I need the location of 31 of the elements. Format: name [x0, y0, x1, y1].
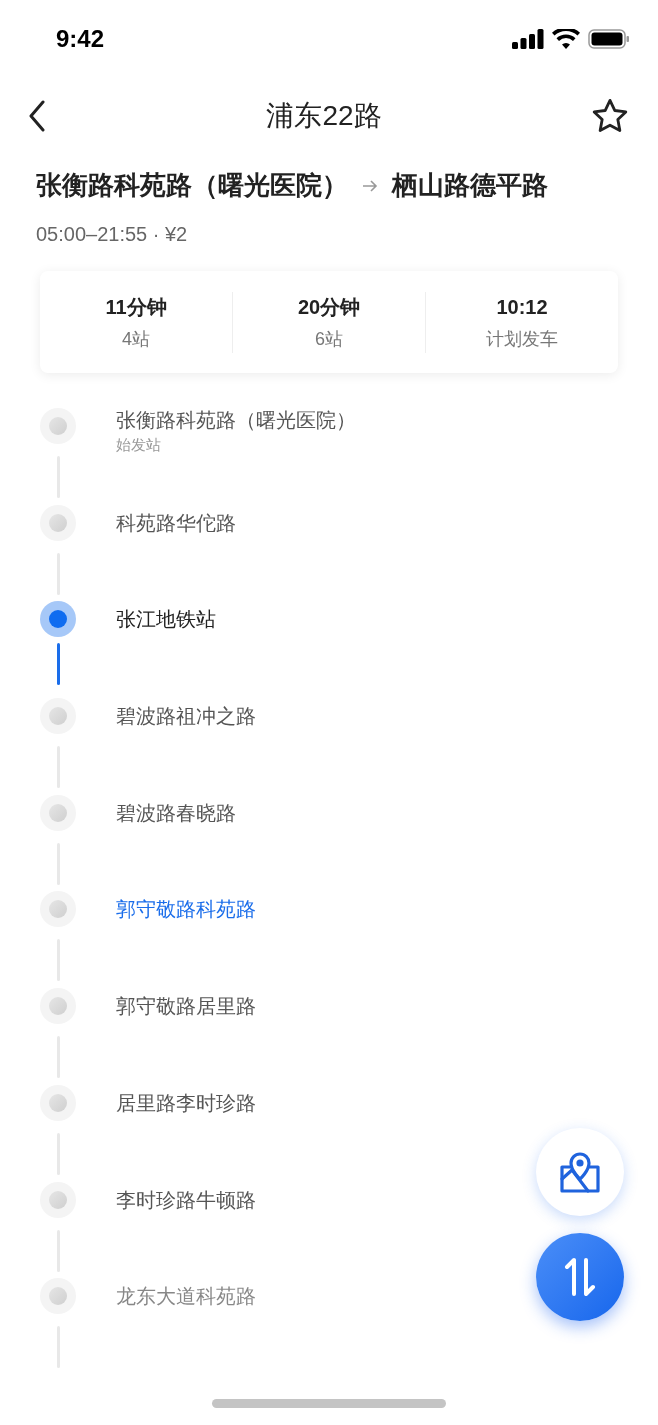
summary-value: 20分钟 — [297, 294, 361, 320]
stop-name[interactable]: 龙东大道科苑路 — [116, 1278, 256, 1315]
summary-label: 6站 — [315, 327, 343, 351]
stop-name[interactable]: 李时珍路牛顿路 — [116, 1181, 256, 1218]
route-origin: 张衡路科苑路（曙光医院） — [36, 169, 348, 202]
summary-value: 10:12 — [496, 294, 548, 320]
wifi-icon — [552, 29, 580, 49]
stop-name[interactable]: 张衡路科苑路（曙光医院） — [116, 405, 356, 435]
summary-label: 计划发车 — [486, 327, 558, 351]
swap-icon — [563, 1257, 597, 1297]
stop-name[interactable]: 郭守敬路科苑路 — [116, 891, 256, 928]
summary-label: 4站 — [122, 327, 150, 351]
stop-name[interactable]: 居里路李时珍路 — [116, 1084, 256, 1121]
stop-note: 始发站 — [116, 435, 162, 455]
star-icon — [591, 98, 629, 134]
back-icon — [28, 100, 46, 132]
stop-name[interactable]: 科苑路华佗路 — [116, 504, 236, 541]
arrow-right-icon — [362, 178, 378, 193]
summary-value: 11分钟 — [105, 294, 167, 320]
service-hours: 05:00–21:55 · ¥2 — [36, 223, 188, 245]
swap-direction-button[interactable] — [536, 1233, 624, 1321]
signal-icon — [512, 29, 544, 49]
stop-name[interactable]: 碧波路春晓路 — [116, 794, 236, 831]
map-button[interactable] — [536, 1128, 624, 1216]
stop-name[interactable]: 碧波路祖冲之路 — [116, 698, 256, 735]
page-title: 浦东22路 — [266, 99, 382, 133]
stop-name[interactable]: 郭守敬路居里路 — [116, 988, 256, 1025]
status-time: 9:42 — [56, 24, 105, 54]
stop-name[interactable]: 张江地铁站 — [116, 601, 216, 638]
route-destination: 栖山路德平路 — [392, 169, 548, 202]
battery-icon — [588, 29, 630, 49]
